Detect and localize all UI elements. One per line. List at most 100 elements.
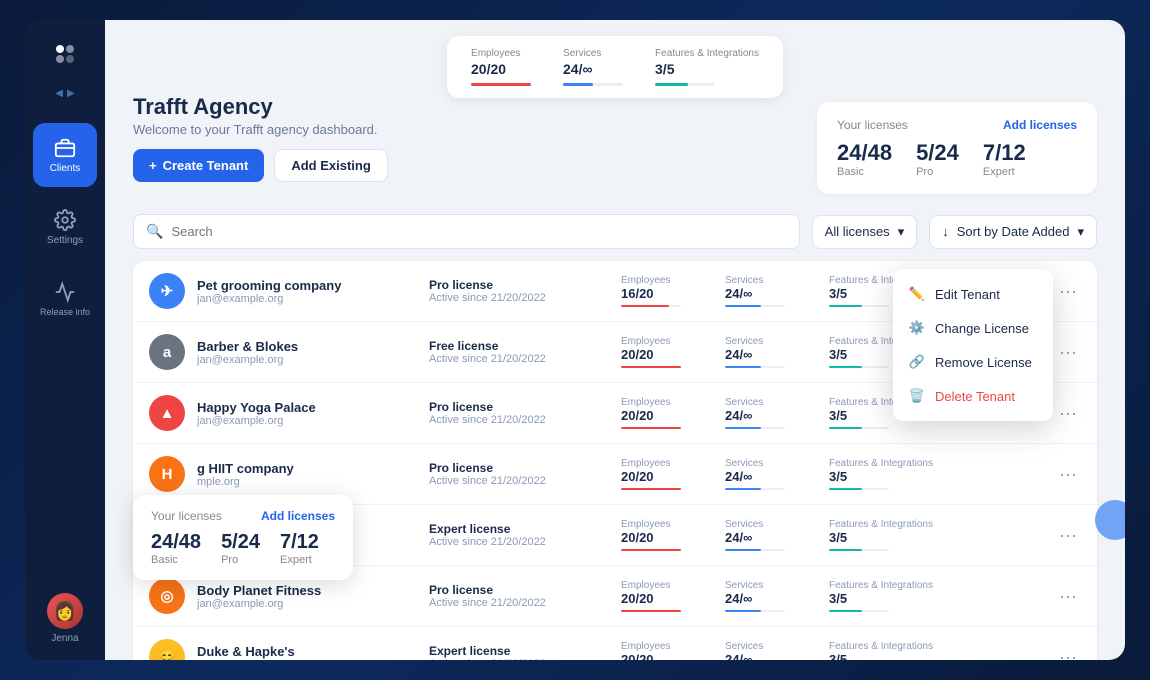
license-type: Pro license <box>429 461 609 475</box>
stat-services-value: 24/∞ <box>563 61 623 77</box>
license-active-since: Active since 21/20/2022 <box>429 536 609 548</box>
row-menu-button[interactable]: ··· <box>1055 582 1081 611</box>
popup-expert: 7/12 Expert <box>280 531 319 566</box>
client-avatar: H <box>149 456 185 492</box>
client-email: jan@example.org <box>197 354 417 366</box>
add-licenses-link[interactable]: Add licenses <box>1003 118 1077 132</box>
license-pro-value: 5/24 <box>916 140 959 166</box>
row-menu-button[interactable]: ··· <box>1055 460 1081 489</box>
sort-button[interactable]: ↓ Sort by Date Added ▾ <box>929 215 1097 249</box>
sidebar-item-release[interactable]: Release info <box>33 267 97 331</box>
client-avatar: ◎ <box>149 578 185 614</box>
sidebar-item-settings-label: Settings <box>47 235 83 246</box>
dropdown-item-edit[interactable]: ✏️ Edit Tenant <box>893 277 1053 311</box>
metric-services: Services 24/∞ <box>725 519 805 551</box>
stat-employees-label: Employees <box>471 48 531 59</box>
license-expert: 7/12 Expert <box>983 140 1026 178</box>
license-active-since: Active since 21/20/2022 <box>429 475 609 487</box>
sidebar: ◀▶ Clients Settings Release info <box>25 20 105 660</box>
metric-employees: Employees 20/20 <box>621 641 701 660</box>
client-license: Free license Active since 21/20/2022 <box>429 339 609 365</box>
chevron-down-icon: ▾ <box>898 224 905 240</box>
remove-license-label: Remove License <box>935 355 1032 370</box>
popup-expert-value: 7/12 <box>280 531 319 554</box>
app-logo <box>47 36 83 72</box>
client-metrics: Employees 20/20 Services 24/∞ Features &… <box>621 458 1043 490</box>
client-name: Body Planet Fitness <box>197 583 417 598</box>
client-info: Duke & Hapke's jan@example.org <box>197 644 417 661</box>
metric-services: Services 24/∞ <box>725 458 805 490</box>
clients-list: ✈ Pet grooming company jan@example.org P… <box>133 261 1097 660</box>
dropdown-item-change-license[interactable]: ⚙️ Change License <box>893 311 1053 345</box>
sidebar-item-clients[interactable]: Clients <box>33 123 97 187</box>
client-avatar: ✈ <box>149 273 185 309</box>
client-license: Pro license Active since 21/20/2022 <box>429 400 609 426</box>
license-expert-value: 7/12 <box>983 140 1026 166</box>
license-type: Expert license <box>429 522 609 536</box>
license-active-since: Active since 21/20/2022 <box>429 597 609 609</box>
client-avatar: a <box>149 334 185 370</box>
license-popup: Your licenses Add licenses 24/48 Basic 5… <box>133 495 353 580</box>
page-subtitle: Welcome to your Trafft agency dashboard. <box>133 122 388 137</box>
client-email: jan@example.org <box>197 415 417 427</box>
dropdown-menu[interactable]: ✏️ Edit Tenant ⚙️ Change License 🔗 Remov… <box>893 269 1053 421</box>
license-pro-label: Pro <box>916 166 933 178</box>
license-filter[interactable]: All licenses ▾ <box>812 215 918 249</box>
license-pro: 5/24 Pro <box>916 140 959 178</box>
stat-employees: Employees 20/20 <box>471 48 531 86</box>
client-license: Expert license Active since 21/20/2022 <box>429 522 609 548</box>
dropdown-item-remove-license[interactable]: 🔗 Remove License <box>893 345 1053 379</box>
search-icon: 🔍 <box>146 223 163 240</box>
search-input[interactable] <box>171 224 786 239</box>
create-tenant-button[interactable]: + Create Tenant <box>133 149 264 182</box>
client-info: Happy Yoga Palace jan@example.org <box>197 400 417 427</box>
metric-services: Services 24/∞ <box>725 641 805 660</box>
row-menu-button[interactable]: ··· <box>1055 521 1081 550</box>
activity-icon <box>54 281 76 303</box>
metric-employees: Employees 20/20 <box>621 336 701 368</box>
add-existing-button[interactable]: Add Existing <box>274 149 387 182</box>
client-email: jan@example.org <box>197 598 417 610</box>
sidebar-item-release-label: Release info <box>40 307 90 318</box>
popup-expert-label: Expert <box>280 554 319 566</box>
row-menu-button[interactable]: ··· <box>1055 277 1081 306</box>
main-content: Employees 20/20 Services 24/∞ Features &… <box>105 20 1125 660</box>
client-name: g HIIT company <box>197 461 417 476</box>
search-box[interactable]: 🔍 <box>133 214 800 249</box>
client-license: Pro license Active since 21/20/2022 <box>429 461 609 487</box>
stat-services-label: Services <box>563 48 623 59</box>
page-title: Trafft Agency <box>133 94 388 120</box>
row-menu-button[interactable]: ··· <box>1055 399 1081 428</box>
row-menu-button[interactable]: ··· <box>1055 338 1081 367</box>
popup-pro-value: 5/24 <box>221 531 260 554</box>
edit-icon: ✏️ <box>909 286 925 302</box>
license-popup-title: Your licenses <box>151 509 222 523</box>
metric-employees: Employees 20/20 <box>621 458 701 490</box>
metric-services: Services 24/∞ <box>725 397 805 429</box>
row-menu-button[interactable]: ··· <box>1055 643 1081 661</box>
top-stat-bar: Employees 20/20 Services 24/∞ Features &… <box>447 36 783 98</box>
gear-icon <box>54 209 76 231</box>
page-header: Trafft Agency Welcome to your Trafft age… <box>133 94 1097 194</box>
license-basic: 24/48 Basic <box>837 140 892 178</box>
license-active-since: Active since 21/20/2022 <box>429 414 609 426</box>
avatar[interactable]: 👩 <box>47 593 83 629</box>
sidebar-item-settings[interactable]: Settings <box>33 195 97 259</box>
user-name: Jenna <box>51 633 78 644</box>
clients-toolbar: 🔍 All licenses ▾ ↓ Sort by Date Added ▾ <box>133 214 1097 249</box>
license-expert-label: Expert <box>983 166 1015 178</box>
metric-features: Features & Integrations 3/5 <box>829 519 933 551</box>
client-name: Pet grooming company <box>197 278 417 293</box>
license-type: Expert license <box>429 644 609 658</box>
dropdown-item-delete[interactable]: 🗑️ Delete Tenant <box>893 379 1053 413</box>
sidebar-collapse[interactable]: ◀▶ <box>55 88 74 99</box>
license-basic-label: Basic <box>837 166 864 178</box>
stat-employees-value: 20/20 <box>471 61 531 77</box>
sort-icon: ↓ <box>942 224 949 239</box>
plus-icon: + <box>149 158 157 173</box>
popup-pro-label: Pro <box>221 554 260 566</box>
license-popup-add-link[interactable]: Add licenses <box>261 509 335 523</box>
metric-employees: Employees 16/20 <box>621 275 701 307</box>
delete-icon: 🗑️ <box>909 388 925 404</box>
remove-license-icon: 🔗 <box>909 354 925 370</box>
